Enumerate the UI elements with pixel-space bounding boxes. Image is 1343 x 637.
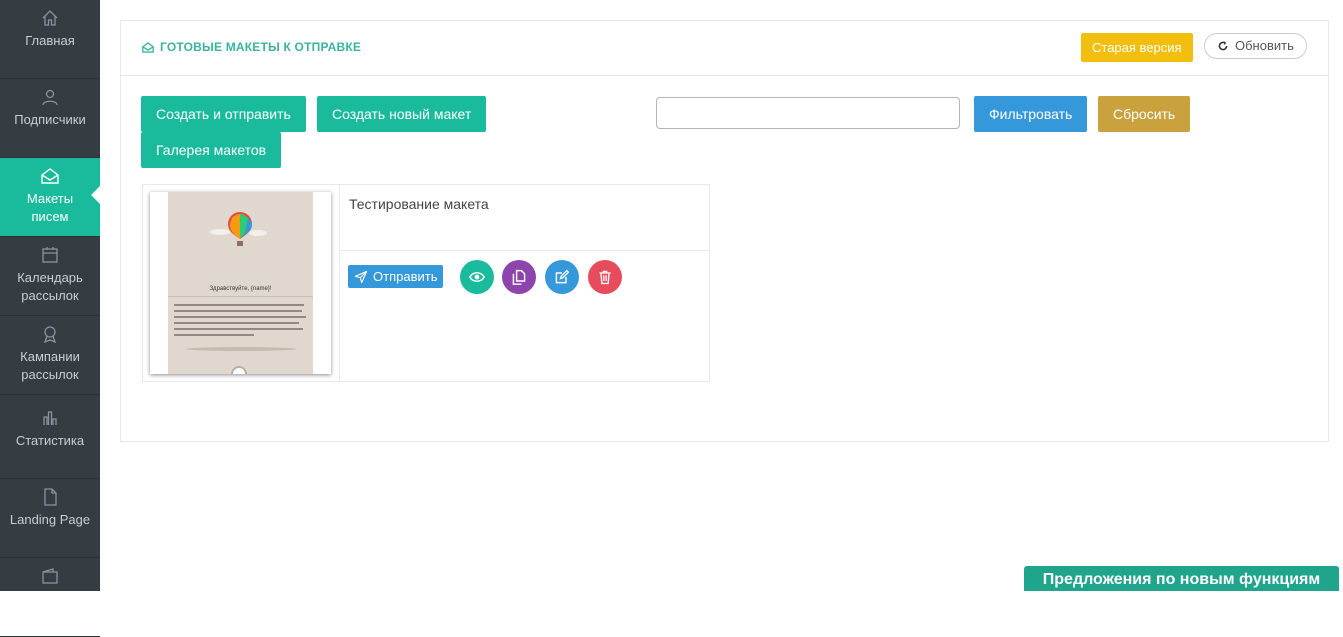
- sidebar-item-label: Landing Page: [9, 512, 91, 527]
- copy-icon: [512, 269, 526, 285]
- thumbnail-shadow: [186, 347, 296, 351]
- thumbnail-avatar: [231, 366, 247, 374]
- trash-icon: [599, 270, 611, 285]
- sidebar-item-calendar[interactable]: Календарь рассылок: [0, 237, 100, 316]
- sidebar-item-label: Подписчики: [14, 112, 86, 127]
- create-and-send-button[interactable]: Создать и отправить: [141, 96, 306, 132]
- thumbnail-divider: [168, 296, 313, 297]
- copy-button[interactable]: [502, 260, 536, 294]
- template-table: Здравствуйте, {name}! Тестирование макет…: [142, 184, 710, 382]
- sidebar-item-templates[interactable]: Макеты писем: [0, 158, 100, 237]
- sidebar-item-label: Календарь рассылок: [17, 270, 83, 303]
- home-icon: [42, 10, 58, 26]
- paper-plane-icon: [354, 270, 368, 283]
- wallet-icon: [42, 568, 58, 584]
- edit-button[interactable]: [545, 260, 579, 294]
- edit-icon: [555, 269, 570, 284]
- panel-header: ГОТОВЫЕ МАКЕТЫ К ОТПРАВКЕ Старая версия …: [121, 21, 1328, 76]
- delete-button[interactable]: [588, 260, 622, 294]
- preview-button[interactable]: [460, 260, 494, 294]
- page-title-text: ГОТОВЫЕ МАКЕТЫ К ОТПРАВКЕ: [160, 40, 362, 54]
- filter-input[interactable]: [656, 97, 960, 129]
- old-version-button[interactable]: Старая версия: [1081, 33, 1193, 62]
- sidebar-item-landing-page[interactable]: Landing Page: [0, 479, 100, 558]
- calendar-icon: [42, 247, 58, 263]
- sidebar-item-label: Главная: [25, 33, 75, 48]
- template-actions: Отправить: [340, 251, 709, 381]
- sidebar-item-subscribers[interactable]: Подписчики: [0, 79, 100, 158]
- sidebar-item-campaigns[interactable]: Кампании рассылок: [0, 316, 100, 395]
- hot-air-balloon-icon: [210, 212, 267, 246]
- send-label: Отправить: [373, 269, 438, 284]
- sidebar-item-home[interactable]: Главная: [0, 0, 100, 79]
- refresh-label: Обновить: [1235, 38, 1294, 53]
- reset-button[interactable]: Сбросить: [1098, 96, 1191, 132]
- template-thumbnail[interactable]: Здравствуйте, {name}!: [150, 192, 331, 374]
- thumbnail-greeting: Здравствуйте, {name}!: [209, 286, 272, 292]
- thumbnail-text-lines: [174, 304, 307, 340]
- refresh-button[interactable]: Обновить: [1204, 33, 1307, 59]
- sidebar-item-label: Статистика: [15, 433, 85, 448]
- eye-icon: [469, 272, 485, 282]
- filter-button[interactable]: Фильтровать: [974, 96, 1088, 132]
- award-icon: [43, 326, 57, 344]
- sidebar-item-statistics[interactable]: Статистика: [0, 400, 100, 479]
- template-name-cell: Тестирование макета: [340, 185, 709, 251]
- templates-panel: ГОТОВЫЕ МАКЕТЫ К ОТПРАВКЕ Старая версия …: [120, 20, 1329, 442]
- bar-chart-icon: [43, 411, 57, 425]
- thumbnail-canvas: Здравствуйте, {name}!: [168, 192, 313, 374]
- refresh-icon: [1218, 41, 1228, 51]
- send-button[interactable]: Отправить: [348, 265, 444, 288]
- template-name: Тестирование макета: [349, 196, 489, 212]
- create-new-template-button[interactable]: Создать новый макет: [317, 96, 487, 132]
- sidebar-item-label: Макеты писем: [26, 191, 74, 224]
- envelope-open-icon: [142, 41, 154, 53]
- file-icon: [44, 488, 57, 506]
- template-gallery-button[interactable]: Галерея макетов: [141, 132, 282, 168]
- sidebar-item-wallet[interactable]: [0, 558, 100, 637]
- envelope-open-icon: [41, 168, 59, 184]
- template-thumbnail-cell: Здравствуйте, {name}!: [143, 185, 340, 381]
- users-icon: [42, 89, 58, 106]
- sidebar: Главная Подписчики Макеты писем Календар…: [0, 0, 100, 637]
- page-title: ГОТОВЫЕ МАКЕТЫ К ОТПРАВКЕ: [141, 40, 361, 54]
- feature-suggestions-button[interactable]: Предложения по новым функциям: [1024, 566, 1339, 591]
- sidebar-item-label: Кампании рассылок: [20, 349, 80, 382]
